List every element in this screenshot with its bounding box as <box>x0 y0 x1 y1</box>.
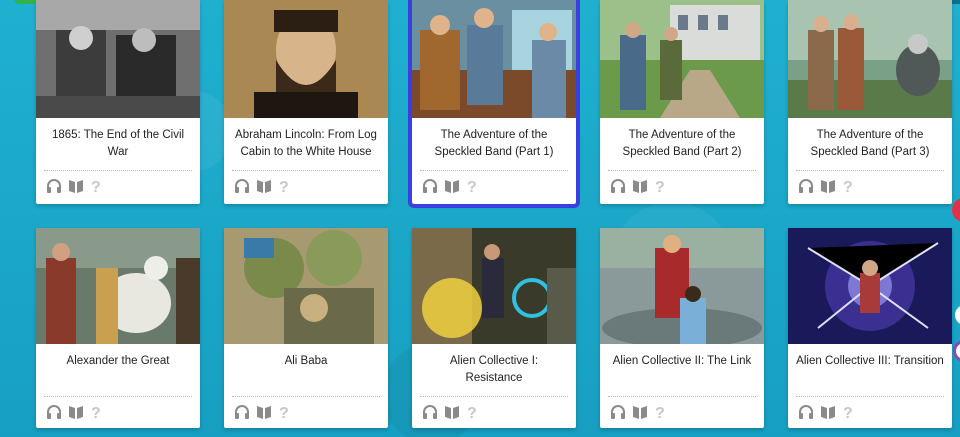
card-title[interactable]: Alien Collective III: Transition <box>796 353 944 370</box>
svg-text:?: ? <box>467 405 477 420</box>
card-icons: ? <box>46 404 102 425</box>
card-title[interactable]: The Adventure of the Speckled Band (Part… <box>796 127 944 161</box>
quiz-icon[interactable]: ? <box>842 404 854 425</box>
svg-text:?: ? <box>655 405 665 420</box>
headphones-icon[interactable] <box>610 404 626 425</box>
card-title[interactable]: The Adventure of the Speckled Band (Part… <box>608 127 756 161</box>
headphones-icon[interactable] <box>798 404 814 425</box>
headphones-icon[interactable] <box>234 178 250 199</box>
story-card[interactable]: The Adventure of the Speckled Band (Part… <box>788 0 952 204</box>
card-icons: ? <box>610 178 666 199</box>
card-icons: ? <box>234 178 290 199</box>
story-card[interactable]: Abraham Lincoln: From Log Cabin to the W… <box>224 0 388 204</box>
book-icon[interactable] <box>256 178 272 199</box>
story-card[interactable]: Alien Collective III: Transition ? <box>788 228 952 428</box>
headphones-icon[interactable] <box>798 178 814 199</box>
book-icon[interactable] <box>820 404 836 425</box>
story-card[interactable]: Alexander the Great ? <box>36 228 200 428</box>
card-thumbnail <box>224 228 388 344</box>
card-title[interactable]: Alien Collective II: The Link <box>608 353 756 370</box>
svg-text:?: ? <box>655 179 665 194</box>
card-title[interactable]: Abraham Lincoln: From Log Cabin to the W… <box>232 127 380 161</box>
card-thumbnail <box>412 0 576 118</box>
card-thumbnail <box>788 0 952 118</box>
quiz-icon[interactable]: ? <box>842 178 854 199</box>
quiz-icon[interactable]: ? <box>466 178 478 199</box>
card-thumbnail <box>36 0 200 118</box>
card-title[interactable]: Alien Collective I: Resistance <box>420 353 568 387</box>
card-thumbnail <box>600 0 764 118</box>
story-card-selected[interactable]: The Adventure of the Speckled Band (Part… <box>408 0 580 208</box>
card-divider <box>44 170 192 171</box>
book-icon[interactable] <box>256 404 272 425</box>
svg-text:?: ? <box>279 405 289 420</box>
card-icons: ? <box>798 178 854 199</box>
quiz-icon[interactable]: ? <box>90 404 102 425</box>
card-icons: ? <box>422 178 478 199</box>
card-title[interactable]: 1865: The End of the Civil War <box>44 127 192 161</box>
book-icon[interactable] <box>444 404 460 425</box>
card-divider <box>232 396 380 397</box>
headphones-icon[interactable] <box>422 178 438 199</box>
svg-text:?: ? <box>91 179 101 194</box>
card-divider <box>796 170 944 171</box>
card-divider <box>796 396 944 397</box>
headphones-icon[interactable] <box>610 178 626 199</box>
story-card[interactable]: Alien Collective I: Resistance ? <box>412 228 576 428</box>
book-icon[interactable] <box>632 404 648 425</box>
card-icons: ? <box>422 404 478 425</box>
svg-text:?: ? <box>91 405 101 420</box>
card-thumbnail <box>600 228 764 344</box>
svg-text:?: ? <box>279 179 289 194</box>
story-card[interactable]: The Adventure of the Speckled Band (Part… <box>600 0 764 204</box>
card-thumbnail <box>412 228 576 344</box>
card-divider <box>232 170 380 171</box>
headphones-icon[interactable] <box>46 404 62 425</box>
book-icon[interactable] <box>68 404 84 425</box>
card-title[interactable]: Alexander the Great <box>44 353 192 370</box>
quiz-icon[interactable]: ? <box>90 178 102 199</box>
story-card[interactable]: 1865: The End of the Civil War ? <box>36 0 200 204</box>
headphones-icon[interactable] <box>422 404 438 425</box>
card-icons: ? <box>610 404 666 425</box>
card-title[interactable]: Ali Baba <box>232 353 380 370</box>
card-icons: ? <box>46 178 102 199</box>
card-icons: ? <box>234 404 290 425</box>
book-icon[interactable] <box>444 178 460 199</box>
book-icon[interactable] <box>68 178 84 199</box>
card-thumbnail <box>788 228 952 344</box>
svg-text:?: ? <box>843 405 853 420</box>
svg-text:?: ? <box>843 179 853 194</box>
headphones-icon[interactable] <box>234 404 250 425</box>
card-divider <box>608 170 756 171</box>
story-card[interactable]: Ali Baba ? <box>224 228 388 428</box>
headphones-icon[interactable] <box>46 178 62 199</box>
card-icons: ? <box>798 404 854 425</box>
card-thumbnail <box>36 228 200 344</box>
quiz-icon[interactable]: ? <box>654 178 666 199</box>
book-icon[interactable] <box>820 178 836 199</box>
book-icon[interactable] <box>632 178 648 199</box>
card-divider <box>420 396 568 397</box>
card-divider <box>608 396 756 397</box>
card-thumbnail <box>224 0 388 118</box>
quiz-icon[interactable]: ? <box>654 404 666 425</box>
quiz-icon[interactable]: ? <box>278 404 290 425</box>
quiz-icon[interactable]: ? <box>466 404 478 425</box>
svg-text:?: ? <box>467 179 477 194</box>
story-card[interactable]: Alien Collective II: The Link ? <box>600 228 764 428</box>
card-divider <box>420 170 568 171</box>
quiz-icon[interactable]: ? <box>278 178 290 199</box>
card-title[interactable]: The Adventure of the Speckled Band (Part… <box>420 127 568 161</box>
card-divider <box>44 396 192 397</box>
